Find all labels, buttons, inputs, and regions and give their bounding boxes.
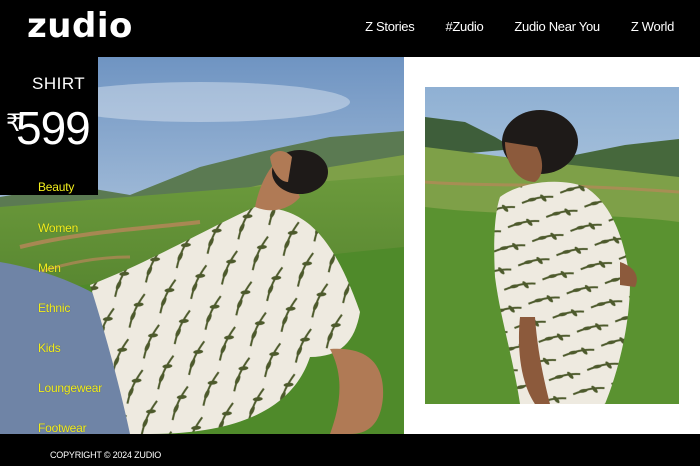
promo-product-label: SHIRT [32, 74, 86, 93]
nav-z-stories[interactable]: Z Stories [365, 19, 415, 34]
nav-z-world[interactable]: Z World [631, 19, 674, 34]
hero-photo-sitting-model [425, 87, 679, 404]
promo-price: 599 [16, 102, 91, 154]
category-loungewear[interactable]: Loungewear [38, 381, 102, 395]
category-ethnic[interactable]: Ethnic [38, 301, 70, 315]
category-kids[interactable]: Kids [38, 341, 61, 355]
site-header: zudio Z Stories #Zudio Zudio Near You Z … [0, 0, 700, 57]
top-navigation: Z Stories #Zudio Zudio Near You Z World [365, 19, 674, 34]
category-beauty[interactable]: Beauty [38, 180, 74, 194]
category-men[interactable]: Men [38, 261, 61, 275]
category-women[interactable]: Women [38, 221, 78, 235]
zudio-logo[interactable]: zudio [27, 6, 133, 46]
hero-banner[interactable]: II [0, 57, 700, 434]
price-promo-block: SHIRT ₹ 599 [0, 57, 98, 195]
nav-zudio-near-you[interactable]: Zudio Near You [514, 19, 600, 34]
site-footer: COPYRIGHT © 2024 ZUDIO [0, 434, 700, 466]
copyright-text: COPYRIGHT © 2024 ZUDIO [50, 450, 162, 460]
category-footwear[interactable]: Footwear [38, 421, 87, 435]
nav-zudio-hashtag[interactable]: #Zudio [445, 19, 483, 34]
